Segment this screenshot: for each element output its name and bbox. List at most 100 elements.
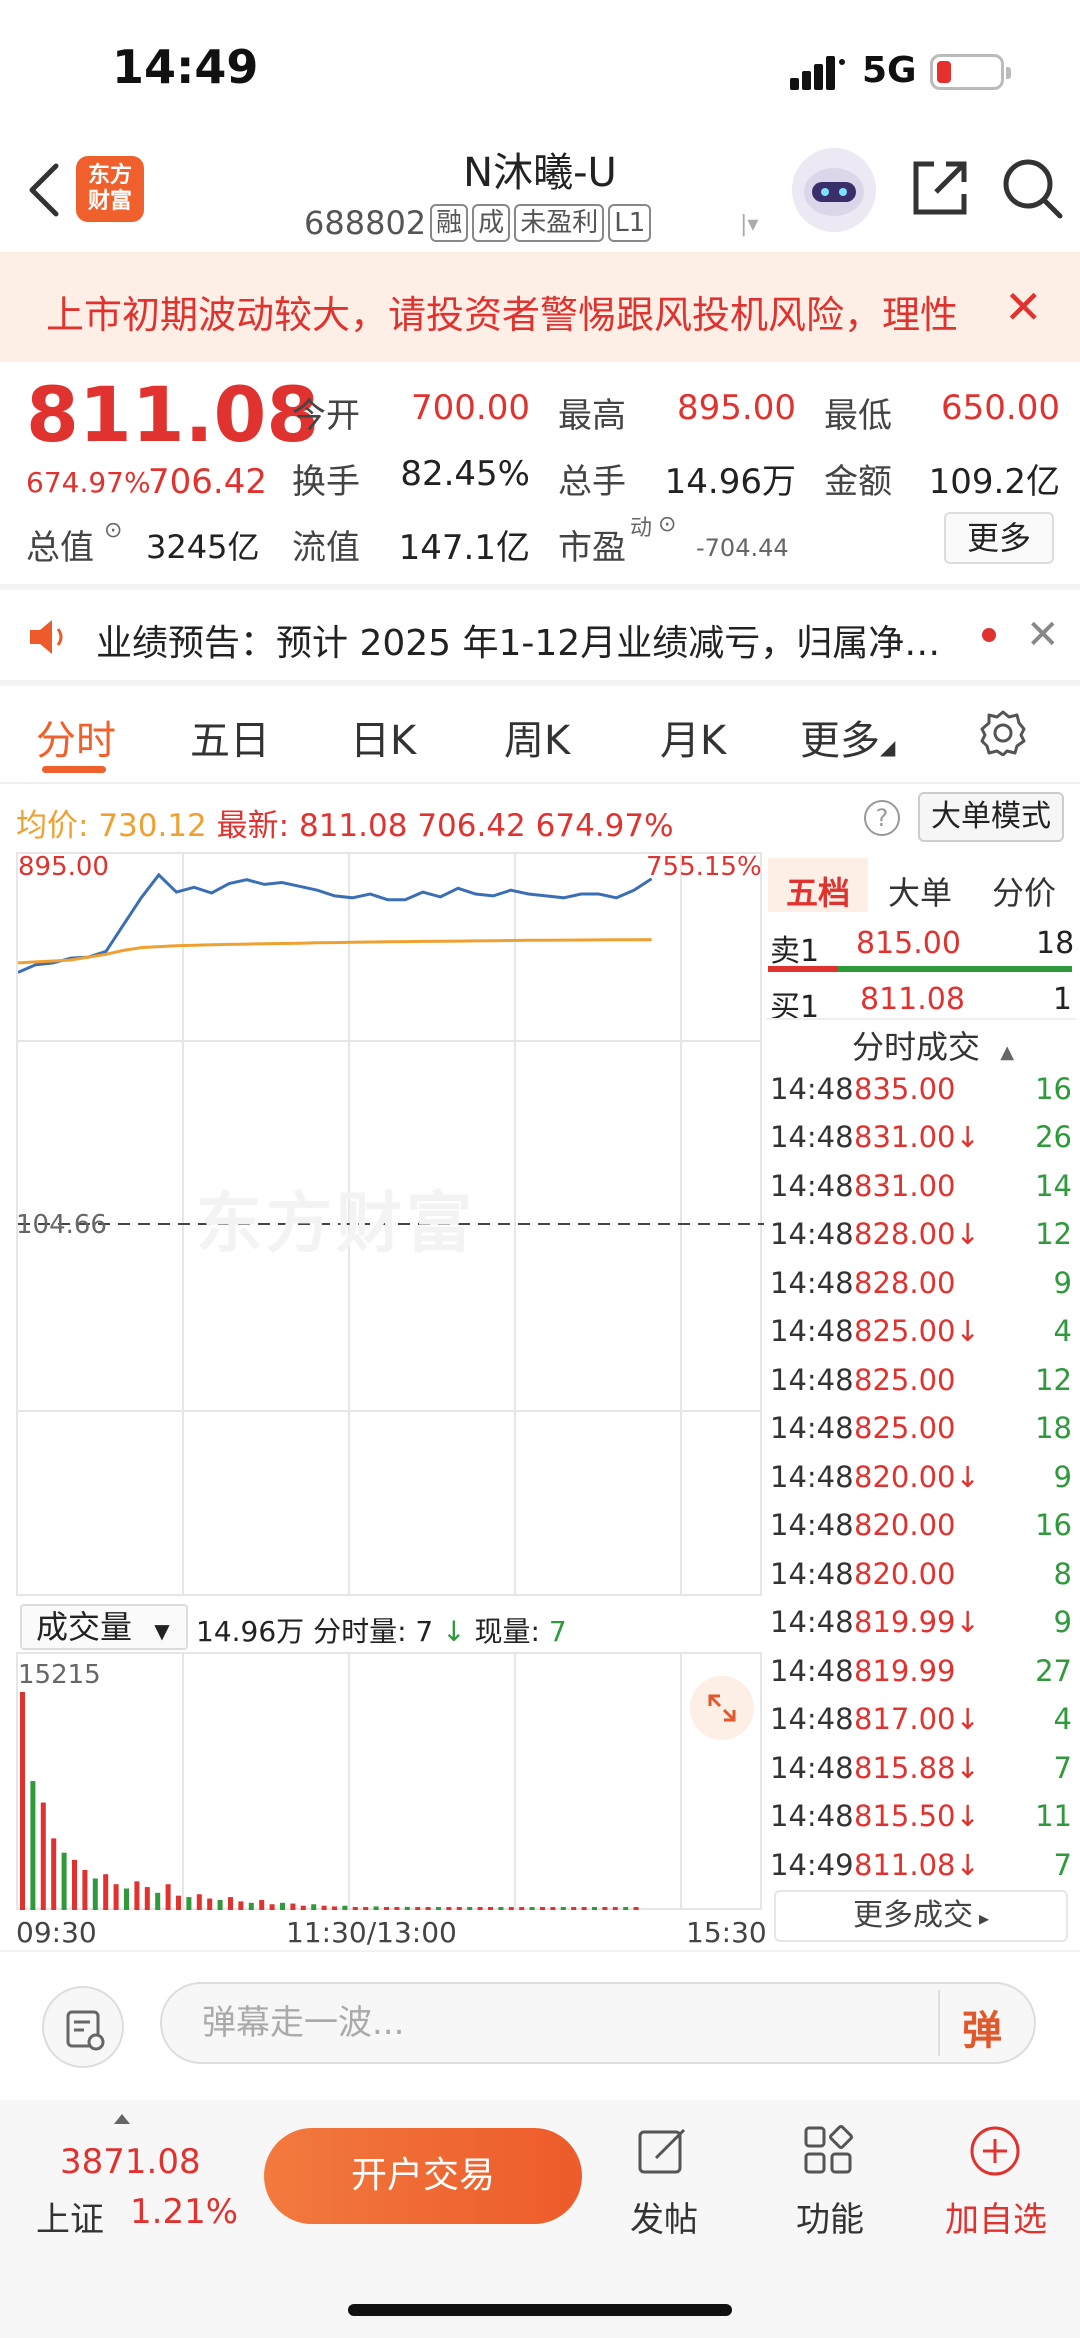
volume-bar: [425, 1907, 431, 1910]
share-icon[interactable]: [910, 158, 970, 218]
turnover-value: 82.45%: [400, 454, 530, 494]
amount-label: 金额: [824, 462, 892, 502]
open-account-button[interactable]: 开户交易: [264, 2128, 582, 2224]
index-name[interactable]: 上证: [36, 2192, 104, 2241]
earnings-notice[interactable]: 业绩预告：预计 2025 年1-12月业绩减亏，归属净…: [96, 614, 940, 666]
functions-icon[interactable]: [802, 2124, 856, 2178]
trade-row: 14:48 825.00 18: [770, 1411, 1072, 1445]
tab-price-distribution[interactable]: 分价: [992, 868, 1056, 914]
tag-level1[interactable]: L1: [608, 204, 652, 242]
barrage-send-button[interactable]: 弹: [962, 1998, 1002, 2056]
volume-bar: [477, 1907, 483, 1910]
volume-bar: [124, 1888, 129, 1910]
volume-bar: [186, 1897, 192, 1910]
watermark: 东方财富: [196, 1185, 476, 1262]
volume-bar: [612, 1907, 618, 1910]
divider: [0, 584, 1080, 590]
tab-five-day[interactable]: 五日: [190, 708, 270, 766]
stock-code-row: 688802 融 成 未盈利 L1: [304, 204, 652, 242]
volume-bar: [300, 1905, 306, 1910]
tab-indicator: [42, 766, 106, 773]
barrage-input[interactable]: 弹幕走一波...: [160, 1982, 1036, 2064]
dropdown-icon[interactable]: |▾: [740, 212, 758, 237]
tag-unprofitable[interactable]: 未盈利: [514, 204, 605, 242]
trade-row: 14:48 815.50↓ 11: [770, 1799, 1072, 1833]
post-label[interactable]: 发帖: [594, 2192, 734, 2241]
expand-icon[interactable]: [690, 1676, 754, 1740]
volume-bar: [248, 1902, 254, 1910]
note-icon[interactable]: [42, 1986, 124, 2068]
trades-title[interactable]: 分时成交 ▲: [852, 1022, 1014, 1068]
close-icon[interactable]: ✕: [1004, 280, 1043, 334]
tab-daily-k[interactable]: 日K: [350, 708, 416, 766]
tab-big-orders[interactable]: 大单: [888, 868, 952, 914]
add-watchlist-icon[interactable]: [968, 2124, 1022, 2178]
divider: [766, 1018, 1076, 1020]
index-percent[interactable]: 1.21%: [130, 2192, 238, 2232]
high-label: 最高: [558, 396, 626, 436]
tab-monthly-k[interactable]: 月K: [660, 708, 726, 766]
tab-weekly-k[interactable]: 周K: [504, 708, 570, 766]
volume-bar: [269, 1904, 275, 1910]
volume-bar: [352, 1907, 358, 1910]
tab-intraday[interactable]: 分时: [36, 708, 116, 766]
tag-component[interactable]: 成: [472, 204, 511, 242]
float-label: 流值: [292, 528, 360, 568]
sell1-price: 815.00: [856, 926, 961, 961]
trade-row: 14:48 825.00↓ 4: [770, 1314, 1072, 1348]
home-indicator: [348, 2304, 732, 2316]
gear-icon[interactable]: [980, 710, 1026, 756]
volume-bar: [217, 1899, 223, 1910]
sell1-volume: 18: [1036, 926, 1075, 961]
volume-value: 14.96万: [664, 462, 796, 502]
functions-label[interactable]: 功能: [760, 2192, 900, 2241]
volume-bar: [436, 1907, 441, 1910]
post-icon[interactable]: [636, 2124, 690, 2178]
ai-assistant-icon[interactable]: [792, 148, 876, 232]
volume-bar: [623, 1907, 629, 1910]
tab-five-levels[interactable]: 五档: [786, 868, 850, 914]
signal-icon: [790, 56, 845, 90]
buy1-volume: 1: [1052, 982, 1072, 1017]
volume-bar: [176, 1895, 181, 1910]
volume-chart[interactable]: [16, 1652, 762, 1910]
volume-bar: [592, 1907, 597, 1910]
tag-margin[interactable]: 融: [430, 204, 469, 242]
trade-row: 14:48 819.99 27: [770, 1654, 1072, 1688]
close-icon[interactable]: ✕: [1026, 612, 1060, 658]
trade-row: 14:48 817.00↓ 4: [770, 1702, 1072, 1736]
down-arrow-icon: ↓: [442, 1615, 466, 1648]
info-icon[interactable]: ⊙: [104, 518, 122, 543]
volume-bar: [404, 1906, 410, 1910]
volume-bar: [550, 1907, 556, 1910]
tab-more[interactable]: 更多◢: [800, 708, 895, 766]
info-icon[interactable]: ⊙: [658, 512, 676, 537]
volume-bar: [72, 1859, 77, 1910]
x-label-midday: 11:30/13:00: [286, 1916, 457, 1949]
risk-warning-text: 上市初期波动较大，请投资者警惕跟风投机风险，理性: [46, 293, 959, 337]
pe-label: 市盈: [558, 528, 626, 568]
trade-row: 14:48 828.00↓ 12: [770, 1217, 1072, 1251]
help-icon[interactable]: ?: [864, 800, 900, 836]
price-line: [18, 872, 653, 974]
network-type: 5G: [862, 50, 917, 91]
speaker-icon: [30, 620, 63, 654]
volume-bar: [602, 1907, 608, 1910]
volume-bar: [467, 1907, 473, 1910]
more-trades-button[interactable]: 更多成交 ▸: [774, 1890, 1068, 1942]
add-watchlist-label[interactable]: 加自选: [926, 2192, 1066, 2241]
indicator-select[interactable]: 成交量 ▼: [20, 1604, 188, 1650]
more-button[interactable]: 更多: [944, 512, 1054, 564]
index-value[interactable]: 3871.08: [60, 2142, 201, 2182]
volume-bar: [165, 1884, 171, 1910]
trade-row: 14:48 820.00 8: [770, 1557, 1072, 1591]
big-order-mode-button[interactable]: 大单模式: [918, 792, 1064, 842]
sell1-label: 卖1: [770, 934, 820, 969]
trade-row: 14:48 825.00 12: [770, 1363, 1072, 1397]
trade-row: 14:48 831.00 14: [770, 1169, 1072, 1203]
volume-bar: [415, 1907, 421, 1910]
trade-row: 14:48 815.88↓ 7: [770, 1751, 1072, 1785]
divider: [0, 680, 1080, 686]
search-icon[interactable]: [1000, 156, 1064, 220]
volume-bar: [134, 1881, 140, 1910]
